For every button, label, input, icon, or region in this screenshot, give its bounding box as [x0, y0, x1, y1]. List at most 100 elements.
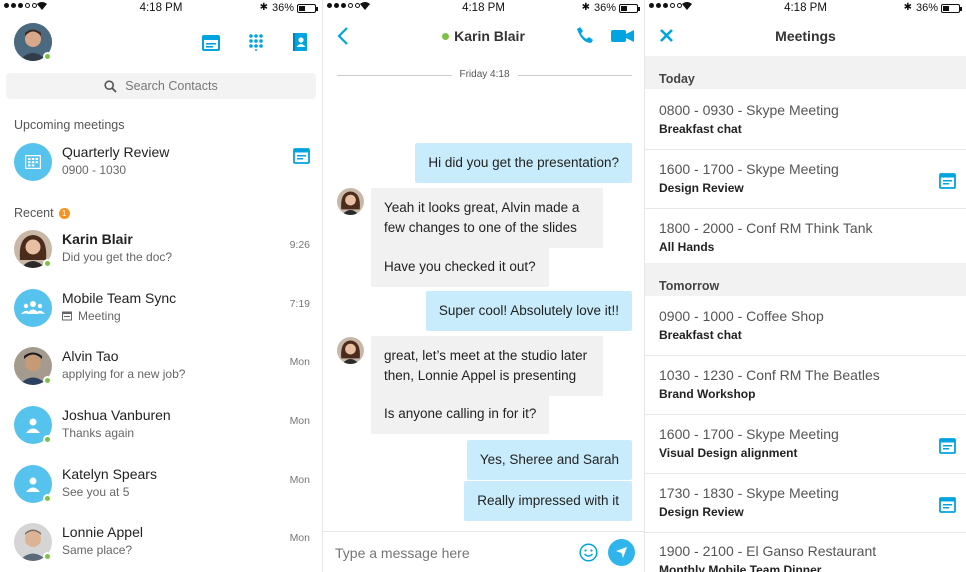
message-preview: Did you get the doc? — [62, 250, 173, 264]
join-meeting-icon[interactable] — [293, 147, 310, 169]
bluetooth-icon: ✱ — [259, 2, 268, 13]
meeting-item[interactable]: 1600 - 1700 - Skype Meeting Visual Desig… — [645, 416, 966, 474]
recent-heading: Recent 1 — [14, 206, 70, 220]
contact-name: Karin Blair — [62, 231, 133, 247]
battery-percent: 36% — [593, 2, 616, 14]
message-preview: Thanks again — [62, 426, 135, 440]
contact-name: Lonnie Appel — [62, 524, 143, 540]
message-bubble-outgoing[interactable]: Really impressed with it — [464, 481, 632, 521]
message-bubble-incoming[interactable]: Have you checked it out? — [371, 247, 549, 287]
battery-icon — [297, 4, 318, 13]
day-header-today: Today — [645, 56, 966, 89]
join-meeting-icon[interactable] — [939, 496, 956, 518]
message-time: Mon — [289, 474, 310, 486]
meeting-item[interactable]: 0800 - 0930 - Skype Meeting Breakfast ch… — [645, 92, 966, 150]
contact-name: Katelyn Spears — [62, 466, 157, 482]
karin-avatar — [337, 188, 364, 215]
message-preview: Meeting — [78, 309, 121, 323]
contact-name: Alvin Tao — [62, 348, 119, 364]
join-meeting-icon[interactable] — [939, 172, 956, 194]
send-button[interactable] — [608, 539, 635, 566]
status-bar: 4:18 PM ✱ 36% — [323, 0, 644, 16]
chat-panel: 4:18 PM ✱ 36% Karin Blair Friday 4:18 Hi… — [322, 0, 644, 572]
meeting-item[interactable]: 1600 - 1700 - Skype Meeting Design Revie… — [645, 151, 966, 209]
recent-item-mobile-team-sync[interactable]: Mobile Team Sync Meeting 7:19 — [0, 281, 322, 339]
message-time: Mon — [289, 415, 310, 427]
meeting-time-place: 0900 - 1000 - Coffee Shop — [659, 308, 824, 324]
new-meeting-icon[interactable] — [202, 33, 220, 56]
search-contacts-field[interactable]: Search Contacts — [6, 73, 316, 99]
meeting-time-place: 1600 - 1700 - Skype Meeting — [659, 161, 839, 177]
message-bubble-incoming[interactable]: Yeah it looks great, Alvin made a few ch… — [371, 188, 603, 248]
upcoming-meetings-heading: Upcoming meetings — [14, 118, 125, 132]
meeting-title: Visual Design alignment — [659, 446, 798, 460]
message-bubble-outgoing[interactable]: Super cool! Absolutely love it!! — [425, 291, 632, 331]
bluetooth-icon: ✱ — [903, 2, 912, 13]
meeting-title: Design Review — [659, 505, 744, 519]
meeting-title: All Hands — [659, 240, 715, 254]
upcoming-meeting-item[interactable]: Quarterly Review 0900 - 1030 — [0, 135, 322, 193]
message-time: 7:19 — [289, 298, 310, 310]
meeting-time-place: 0800 - 0930 - Skype Meeting — [659, 102, 839, 118]
message-input[interactable] — [335, 542, 565, 564]
meeting-time-place: 1600 - 1700 - Skype Meeting — [659, 426, 839, 442]
meeting-grid-icon — [14, 143, 52, 181]
meeting-item[interactable]: 1800 - 2000 - Conf RM Think Tank All Han… — [645, 210, 966, 268]
message-preview: See you at 5 — [62, 485, 130, 499]
meeting-title: Brand Workshop — [659, 387, 756, 401]
presence-dot — [43, 494, 52, 503]
meeting-time-place: 1730 - 1830 - Skype Meeting — [659, 485, 839, 501]
meeting-item[interactable]: 1030 - 1230 - Conf RM The Beatles Brand … — [645, 357, 966, 415]
recent-item-alvin-tao[interactable]: Alvin Tao applying for a new job? Mon — [0, 339, 322, 397]
karin-avatar — [337, 337, 364, 364]
meeting-time-place: 1030 - 1230 - Conf RM The Beatles — [659, 367, 880, 383]
video-call-icon[interactable] — [611, 29, 634, 48]
meeting-item[interactable]: 0900 - 1000 - Coffee Shop Breakfast chat — [645, 298, 966, 356]
emoji-icon[interactable] — [579, 543, 598, 567]
phone-call-icon[interactable] — [576, 26, 594, 49]
recent-item-joshua-vanburen[interactable]: Joshua Vanburen Thanks again Mon — [0, 398, 322, 456]
contact-name: Mobile Team Sync — [62, 290, 177, 306]
recent-badge: 1 — [58, 207, 70, 219]
meeting-title: Design Review — [659, 181, 744, 195]
battery-percent: 36% — [271, 2, 294, 14]
message-bubble-outgoing[interactable]: Yes, Sheree and Sarah — [466, 440, 632, 480]
chat-header: Karin Blair — [323, 18, 644, 54]
presence-dot — [43, 552, 52, 561]
battery-percent: 36% — [915, 2, 938, 14]
day-header-tomorrow: Tomorrow — [645, 263, 966, 296]
recent-item-lonnie-appel[interactable]: Lonnie Appel Same place? Mon — [0, 515, 322, 572]
presence-dot — [43, 259, 52, 268]
recent-item-katelyn-spears[interactable]: Katelyn Spears See you at 5 Mon — [0, 457, 322, 515]
meeting-title: Breakfast chat — [659, 328, 742, 342]
message-bubble-incoming[interactable]: great, let’s meet at the studio later th… — [371, 336, 603, 396]
message-preview: Same place? — [62, 543, 133, 557]
message-time: Mon — [289, 356, 310, 368]
meeting-title: Monthly Mobile Team Dinner — [659, 563, 822, 572]
bluetooth-icon: ✱ — [581, 2, 590, 13]
presence-dot — [43, 435, 52, 444]
meeting-item[interactable]: 1730 - 1830 - Skype Meeting Design Revie… — [645, 475, 966, 533]
meetings-title: Meetings — [775, 28, 836, 44]
meeting-item[interactable]: 1900 - 2100 - El Ganso Restaurant Monthl… — [645, 533, 966, 572]
message-preview-row: Meeting — [62, 309, 121, 323]
message-compose-bar — [323, 531, 644, 572]
message-time: 9:26 — [289, 239, 310, 251]
meeting-time: 0900 - 1030 — [62, 163, 127, 177]
dialpad-icon[interactable] — [248, 33, 264, 56]
recent-item-karin-blair[interactable]: Karin Blair Did you get the doc? 9:26 — [0, 222, 322, 280]
contact-name: Joshua Vanburen — [62, 407, 171, 423]
message-bubble-incoming[interactable]: Is anyone calling in for it? — [371, 394, 550, 434]
meeting-time-place: 1900 - 2100 - El Ganso Restaurant — [659, 543, 877, 559]
message-bubble-outgoing[interactable]: Hi did you get the presentation? — [415, 143, 632, 183]
chat-title[interactable]: Karin Blair — [323, 28, 644, 44]
recent-label: Recent — [14, 206, 54, 220]
meeting-title: Breakfast chat — [659, 122, 742, 136]
date-divider: Friday 4:18 — [337, 69, 632, 81]
send-icon — [616, 547, 627, 558]
contacts-book-icon[interactable] — [292, 32, 308, 57]
join-meeting-icon[interactable] — [939, 437, 956, 459]
battery-icon — [941, 4, 962, 13]
message-preview: applying for a new job? — [62, 367, 186, 381]
presence-dot — [442, 33, 450, 40]
